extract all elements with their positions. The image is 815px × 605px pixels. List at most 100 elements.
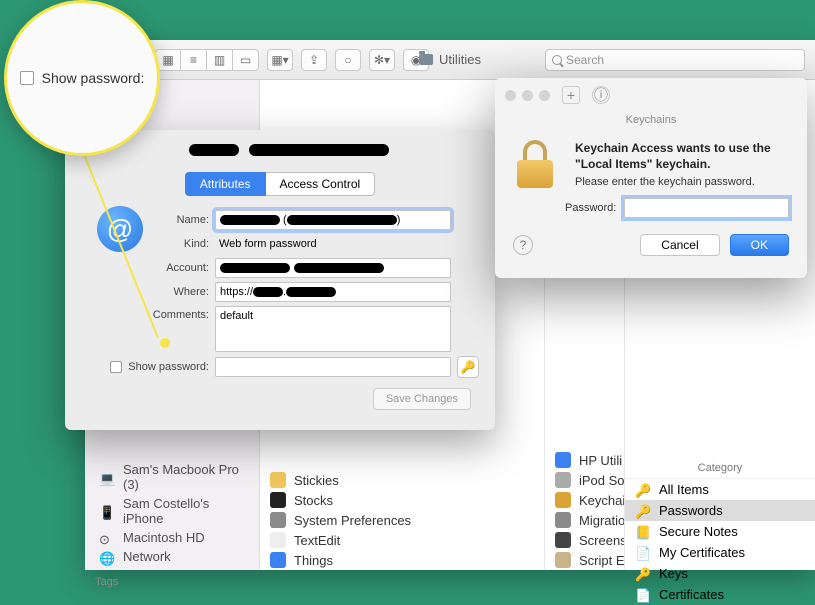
list-item[interactable]: HP Utili <box>545 450 624 470</box>
account-field[interactable] <box>215 258 451 278</box>
category-icon: 🔑 <box>635 504 651 518</box>
inspector-tabs: Attributes Access Control <box>79 172 481 196</box>
keychain-auth-dialog: + ⓘ Keychains Keychain Access wants to u… <box>495 78 807 278</box>
category-item[interactable]: 🔑 Keys <box>625 563 815 584</box>
folder-icon <box>419 54 433 65</box>
list-item-label: iPod So <box>579 473 625 488</box>
inspector-header <box>79 144 481 166</box>
app-icon <box>270 492 286 508</box>
column-view-button[interactable]: ▥ <box>207 49 233 71</box>
category-icon: 📄 <box>635 588 651 602</box>
name-field[interactable]: ( ) <box>215 210 451 230</box>
app-icon <box>270 532 286 548</box>
list-item[interactable]: Things <box>260 550 544 570</box>
list-item[interactable]: Screens <box>545 530 624 550</box>
list-item-label: HP Utili <box>579 453 622 468</box>
category-item[interactable]: 📒 Secure Notes <box>625 521 815 542</box>
ok-button[interactable]: OK <box>730 234 789 256</box>
gallery-view-button[interactable]: ▭ <box>233 49 259 71</box>
sidebar-item-device[interactable]: 💻Sam's Macbook Pro (3) <box>95 460 249 494</box>
list-item[interactable]: iPod So <box>545 470 624 490</box>
list-item-label: Migratio <box>579 513 625 528</box>
category-label: Passwords <box>659 503 723 518</box>
list-item-label: Screens <box>579 533 625 548</box>
app-icon <box>555 532 571 548</box>
list-item[interactable]: Stocks <box>260 490 544 510</box>
list-item[interactable]: Keychai <box>545 490 624 510</box>
list-item[interactable]: Script E <box>545 550 624 570</box>
redacted-value <box>294 263 384 273</box>
list-item[interactable]: Migratio <box>545 510 624 530</box>
password-field[interactable] <box>215 357 451 377</box>
category-label: Keys <box>659 566 688 581</box>
sidebar-item-network[interactable]: 🌐Network <box>95 547 249 566</box>
list-item-label: System Preferences <box>294 513 411 528</box>
redacted-value <box>220 263 290 273</box>
arrange-button[interactable]: ▦▾ <box>267 49 293 71</box>
label-account: Account: <box>89 262 209 274</box>
category-item[interactable]: 📄My Certificates <box>625 542 815 563</box>
label-where: Where: <box>89 286 209 298</box>
phone-icon: 📱 <box>99 505 115 517</box>
list-item[interactable]: System Preferences <box>260 510 544 530</box>
share-button[interactable]: ⇪ <box>301 49 327 71</box>
cancel-button[interactable]: Cancel <box>640 234 719 256</box>
keychains-heading: Keychains <box>495 114 807 126</box>
redacted-value <box>253 287 283 297</box>
redacted-name <box>249 144 389 156</box>
list-item-label: Keychai <box>579 493 625 508</box>
redacted-value <box>286 287 336 297</box>
app-icon <box>555 512 571 528</box>
zoom-dot[interactable] <box>539 90 550 101</box>
add-keychain-button[interactable]: + <box>562 86 580 104</box>
category-item[interactable]: 📄Certificates <box>625 584 815 605</box>
category-icon: 📒 <box>635 525 651 539</box>
finder-title: Utilities <box>419 52 481 67</box>
comments-field[interactable]: default <box>215 306 451 352</box>
app-icon <box>270 472 286 488</box>
tab-access-control[interactable]: Access Control <box>266 172 376 196</box>
laptop-icon: 💻 <box>99 471 115 483</box>
sidebar-item-disk[interactable]: ⊙Macintosh HD <box>95 528 249 547</box>
sidebar-item-iphone[interactable]: 📱Sam Costello's iPhone <box>95 494 249 528</box>
help-button[interactable]: ? <box>513 235 533 255</box>
view-mode-buttons[interactable]: ▦ ≡ ▥ ▭ <box>155 49 259 71</box>
category-item[interactable]: 🔑 All Items <box>625 479 815 500</box>
list-item-label: Stickies <box>294 473 339 488</box>
finder-search[interactable]: Search <box>545 49 805 71</box>
category-label: My Certificates <box>659 545 745 560</box>
category-label: All Items <box>659 482 709 497</box>
app-icon <box>555 452 571 468</box>
close-dot[interactable] <box>505 90 516 101</box>
redacted-value <box>220 215 280 225</box>
list-item-label: Things <box>294 553 333 568</box>
keychain-item-inspector: Attributes Access Control @ Name: ( ) Ki… <box>65 130 495 430</box>
kind-field: Web form password <box>215 234 451 254</box>
lock-icon <box>513 140 557 188</box>
category-item[interactable]: 🔑 Passwords <box>625 500 815 521</box>
auth-password-input[interactable] <box>624 198 789 218</box>
disk-icon: ⊙ <box>99 532 115 544</box>
list-item-label: Stocks <box>294 493 333 508</box>
auth-password-label: Password: <box>565 202 616 214</box>
category-icon: 🔑 <box>635 483 651 497</box>
app-icon <box>270 552 286 568</box>
redacted-value <box>287 215 397 225</box>
category-label: Secure Notes <box>659 524 738 539</box>
minimize-dot[interactable] <box>522 90 533 101</box>
list-item[interactable]: Stickies <box>260 470 544 490</box>
show-password-checkbox[interactable] <box>110 361 122 373</box>
action-button[interactable]: ✻▾ <box>369 49 395 71</box>
tag-button[interactable]: ○ <box>335 49 361 71</box>
tab-attributes[interactable]: Attributes <box>185 172 266 196</box>
reveal-key-button[interactable]: 🔑 <box>457 356 479 378</box>
info-button[interactable]: ⓘ <box>592 86 610 104</box>
app-icon <box>555 552 571 568</box>
list-item[interactable]: TextEdit <box>260 530 544 550</box>
list-view-button[interactable]: ≡ <box>181 49 207 71</box>
search-icon <box>552 55 562 65</box>
category-icon: 🔑 <box>635 567 651 581</box>
where-field[interactable]: https:// . <box>215 282 451 302</box>
app-icon <box>270 512 286 528</box>
save-changes-button[interactable]: Save Changes <box>373 388 471 410</box>
